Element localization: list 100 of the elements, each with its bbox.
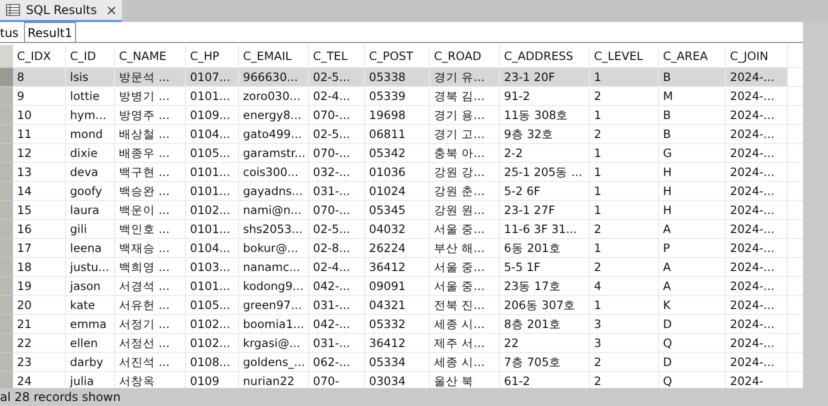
table-cell: laura: [66, 201, 115, 220]
table-cell: zoro030...: [239, 87, 309, 106]
table-cell: 서정기 ...: [115, 315, 186, 334]
table-cell: 14: [13, 182, 66, 201]
table-cell: 2024-...: [726, 220, 788, 239]
table-cell: 0103...: [186, 258, 239, 277]
table-cell: 4: [590, 277, 659, 296]
table-cell: 제주 서...: [430, 334, 500, 353]
table-cell: 0101...: [186, 163, 239, 182]
table-cell: 백구현 ...: [115, 163, 186, 182]
row-header[interactable]: [0, 334, 13, 353]
table-cell: 2024-...: [726, 296, 788, 315]
table-cell: 7층 705호: [500, 353, 590, 372]
editor-tab[interactable]: SQL Results: [0, 0, 122, 22]
row-header[interactable]: [0, 87, 13, 106]
table-cell: 23-1 20F: [500, 68, 590, 87]
table-cell: 042-...: [309, 315, 365, 334]
table-cell: 5-5 1F: [500, 258, 590, 277]
table-cell: 서울 중...: [430, 277, 500, 296]
table-cell: 배종우 ...: [115, 144, 186, 163]
table-cell: 2024-...: [726, 334, 788, 353]
table-cell: 0101...: [186, 182, 239, 201]
table-cell: 05345: [365, 201, 430, 220]
table-cell: 12: [13, 144, 66, 163]
table-cell: 2024-...: [726, 258, 788, 277]
result-tab[interactable]: Result1: [24, 22, 76, 42]
table-cell: 23동 17호: [500, 277, 590, 296]
table-cell: kodong9...: [239, 277, 309, 296]
table-cell: 2: [590, 220, 659, 239]
table-cell: gato499...: [239, 125, 309, 144]
table-cell: 0101...: [186, 277, 239, 296]
table-cell: 1: [590, 239, 659, 258]
table-cell: 16: [13, 220, 66, 239]
table-cell: G: [659, 144, 726, 163]
table-cell: P: [659, 239, 726, 258]
row-header[interactable]: [0, 296, 13, 315]
row-header[interactable]: [0, 106, 13, 125]
table-cell: H: [659, 201, 726, 220]
table-cell: 1: [590, 68, 659, 87]
table-cell: mond: [66, 125, 115, 144]
table-cell: 0105...: [186, 296, 239, 315]
close-icon[interactable]: [106, 6, 116, 14]
table-cell: 3: [590, 315, 659, 334]
table-cell: 23-1 27F: [500, 201, 590, 220]
row-header[interactable]: [0, 239, 13, 258]
row-header[interactable]: [0, 258, 13, 277]
corner-header[interactable]: [0, 45, 13, 68]
table-cell: 8층 201호: [500, 315, 590, 334]
row-header[interactable]: [0, 182, 13, 201]
table-cell: 2024-...: [726, 353, 788, 372]
row-header[interactable]: [0, 315, 13, 334]
table-cell: 206동 307호: [500, 296, 590, 315]
table-cell: 26224: [365, 239, 430, 258]
table-cell: 11동 308호: [500, 106, 590, 125]
row-header[interactable]: [0, 125, 13, 144]
row-header[interactable]: [0, 163, 13, 182]
table-cell: 0109...: [186, 106, 239, 125]
row-header[interactable]: [0, 201, 13, 220]
table-cell: 9: [13, 87, 66, 106]
table-cell: energy8...: [239, 106, 309, 125]
table-cell: gayadns...: [239, 182, 309, 201]
table-cell: 01024: [365, 182, 430, 201]
table-cell: D: [659, 353, 726, 372]
table-cell: 0101...: [186, 87, 239, 106]
table-cell: lsis: [66, 68, 115, 87]
table-cell: 1: [590, 296, 659, 315]
table-cell: 2024-...: [726, 125, 788, 144]
table-cell: 강원 춘...: [430, 182, 500, 201]
table-cell: hym...: [66, 106, 115, 125]
table-cell: A: [659, 220, 726, 239]
table-cell: 04032: [365, 220, 430, 239]
table-cell: 서울 중...: [430, 258, 500, 277]
table-cell: nanamc...: [239, 258, 309, 277]
table-cell: 2024-...: [726, 68, 788, 87]
row-header[interactable]: [0, 68, 13, 87]
table-cell: 2024-...: [726, 201, 788, 220]
table-cell: deva: [66, 163, 115, 182]
row-header[interactable]: [0, 220, 13, 239]
row-header[interactable]: [0, 277, 13, 296]
table-cell: garamstr...: [239, 144, 309, 163]
table-cell: 070-...: [309, 144, 365, 163]
row-header[interactable]: [0, 144, 13, 163]
row-header[interactable]: [0, 353, 13, 372]
table-cell: A: [659, 258, 726, 277]
table-cell: B: [659, 125, 726, 144]
row-header[interactable]: [0, 372, 13, 388]
table-cell: 1: [590, 163, 659, 182]
table-cell: 2024-...: [726, 163, 788, 182]
table-cell: shs2053...: [239, 220, 309, 239]
table-cell: 강원 원...: [430, 201, 500, 220]
table-cell: 02-8...: [309, 239, 365, 258]
table-cell: goofy: [66, 182, 115, 201]
table-cell: 20: [13, 296, 66, 315]
table-cell: 032-...: [309, 163, 365, 182]
table-cell: 세종 시...: [430, 315, 500, 334]
table-cell: 91-2: [500, 87, 590, 106]
table-cell: H: [659, 182, 726, 201]
table-cell: 36412: [365, 258, 430, 277]
table-cell: 19698: [365, 106, 430, 125]
table-cell: dixie: [66, 144, 115, 163]
